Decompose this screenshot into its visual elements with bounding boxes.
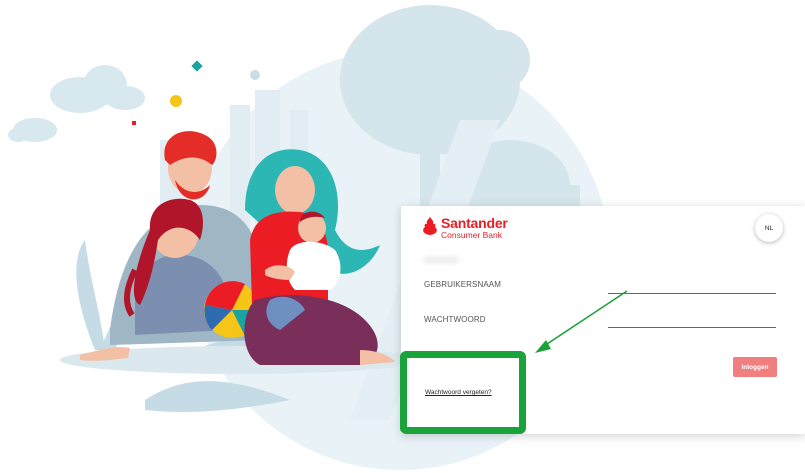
password-label: WACHTWOORD xyxy=(424,315,486,324)
brand-subtitle: Consumer Bank xyxy=(441,230,502,240)
santander-logo: Santander Consumer Bank xyxy=(422,216,508,240)
password-input[interactable] xyxy=(608,311,776,328)
teal-diamond xyxy=(191,60,203,72)
highlight-box xyxy=(400,351,526,434)
username-input[interactable] xyxy=(608,277,776,294)
yellow-dot xyxy=(170,95,182,107)
santander-flame-icon xyxy=(423,217,437,235)
blurred-text xyxy=(423,256,459,264)
language-button[interactable]: NL xyxy=(755,214,783,242)
brand-name: Santander xyxy=(441,215,508,231)
username-label: GEBRUIKERSNAAM xyxy=(424,280,501,289)
login-button[interactable]: Inloggen xyxy=(733,357,777,377)
cloud-left xyxy=(8,65,145,142)
